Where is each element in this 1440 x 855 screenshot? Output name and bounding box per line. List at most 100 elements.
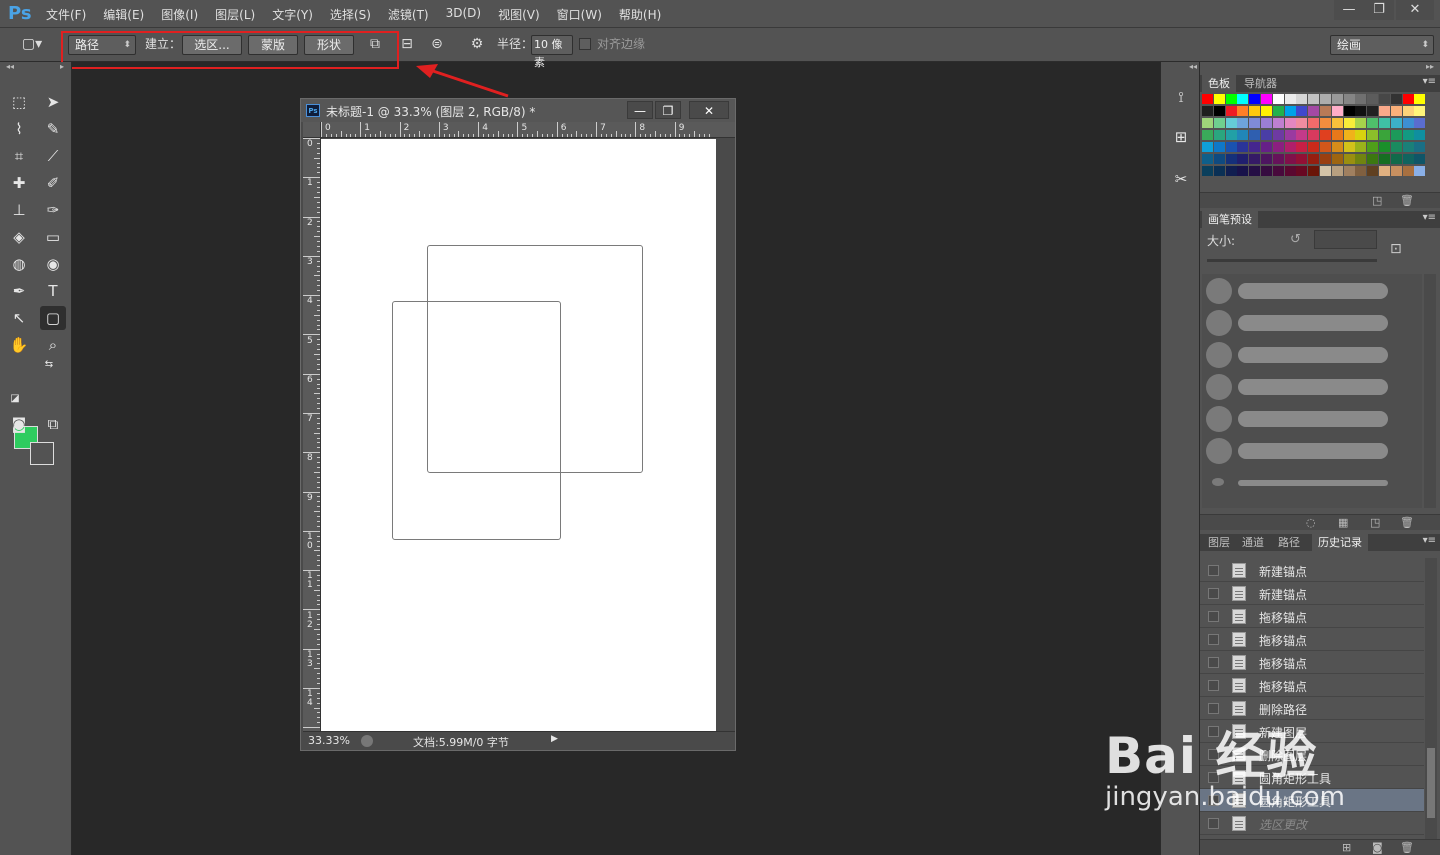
snapshot-camera-icon[interactable]: ◙	[1372, 841, 1383, 854]
restore-button[interactable]: ❐	[1364, 0, 1394, 20]
color-swatch[interactable]	[1296, 106, 1308, 116]
color-swatch[interactable]	[1343, 166, 1355, 176]
history-item[interactable]: 拖移锚点	[1200, 651, 1424, 674]
color-swatch[interactable]	[1320, 166, 1331, 176]
doc-minimize-button[interactable]: —	[627, 101, 653, 119]
color-swatch[interactable]	[1261, 154, 1272, 164]
color-swatch[interactable]	[1343, 130, 1355, 140]
dodge-tool-icon[interactable]: ◉	[40, 252, 66, 276]
color-swatch[interactable]	[1308, 118, 1320, 128]
history-item[interactable]: 拖移锚点	[1200, 605, 1424, 628]
new-preset-icon[interactable]: ◳	[1370, 516, 1380, 529]
color-swatch[interactable]	[1320, 130, 1331, 140]
color-swatch[interactable]	[1261, 118, 1272, 128]
color-swatch[interactable]	[1402, 154, 1414, 164]
color-swatch[interactable]	[1261, 130, 1272, 140]
color-swatch[interactable]	[1308, 130, 1320, 140]
color-swatch[interactable]	[1355, 94, 1367, 104]
color-swatch[interactable]	[1390, 166, 1402, 176]
color-swatch[interactable]	[1284, 106, 1296, 116]
color-swatch[interactable]	[1343, 118, 1355, 128]
color-swatch[interactable]	[1213, 94, 1225, 104]
color-swatch[interactable]	[1390, 142, 1402, 152]
brush-size-input[interactable]	[1314, 230, 1377, 249]
color-swatch[interactable]	[1308, 154, 1320, 164]
brush-preset[interactable]	[1202, 466, 1422, 498]
color-swatch[interactable]	[1225, 94, 1237, 104]
color-swatch[interactable]	[1272, 94, 1284, 104]
color-swatch[interactable]	[1367, 142, 1379, 152]
menu-item[interactable]: 窗口(W)	[557, 6, 602, 23]
color-swatch[interactable]	[1367, 106, 1379, 116]
tab-swatches[interactable]: 色板	[1202, 75, 1236, 92]
brush-panel-toggle-icon[interactable]: ⊡	[1390, 241, 1402, 257]
history-item[interactable]: 选区更改	[1200, 812, 1424, 835]
gear-icon[interactable]: ⚙	[466, 35, 488, 55]
panel-menu-icon[interactable]: ▾≡	[1423, 76, 1436, 87]
color-swatch[interactable]	[1331, 154, 1343, 164]
menu-item[interactable]: 帮助(H)	[619, 6, 661, 23]
brush-size-slider[interactable]	[1207, 259, 1377, 262]
history-scroll-thumb[interactable]	[1427, 748, 1435, 818]
color-swatch[interactable]	[1225, 142, 1237, 152]
default-colors-icon[interactable]: ◪	[8, 392, 22, 406]
toggle-brush-icon[interactable]: ◌	[1306, 516, 1316, 529]
color-swatch[interactable]	[1414, 142, 1426, 152]
color-swatch[interactable]	[1331, 166, 1343, 176]
blur-tool-icon[interactable]: ◍	[6, 252, 32, 276]
color-swatch[interactable]	[1331, 118, 1343, 128]
color-swatch[interactable]	[1202, 166, 1213, 176]
trash-icon[interactable]: 🗑	[1400, 194, 1414, 207]
color-swatch[interactable]	[1379, 118, 1390, 128]
color-swatch[interactable]	[1331, 142, 1343, 152]
status-info-icon[interactable]	[361, 735, 373, 747]
color-swatch[interactable]	[1284, 166, 1296, 176]
rounded-rect-path-1[interactable]	[392, 301, 561, 540]
color-swatch[interactable]	[1296, 118, 1308, 128]
color-swatch[interactable]	[1343, 142, 1355, 152]
brush-preset[interactable]	[1202, 402, 1422, 434]
menu-item[interactable]: 3D(D)	[446, 6, 481, 23]
color-swatch[interactable]	[1320, 106, 1331, 116]
brush-tool-icon[interactable]: ✐	[40, 171, 66, 195]
crop-tool-icon[interactable]: ⌗	[6, 144, 32, 168]
color-swatch[interactable]	[1308, 166, 1320, 176]
color-swatch[interactable]	[1249, 142, 1261, 152]
new-document-from-state-icon[interactable]: ⊞	[1342, 841, 1351, 854]
color-swatch[interactable]	[1249, 94, 1261, 104]
color-swatch[interactable]	[1237, 166, 1249, 176]
color-swatch[interactable]	[1320, 154, 1331, 164]
tab-paths[interactable]: 路径	[1272, 534, 1306, 551]
history-scrollbar[interactable]	[1425, 558, 1437, 840]
dock-collapse-icon[interactable]: ◂◂	[1189, 62, 1197, 72]
history-checkbox[interactable]	[1208, 611, 1219, 622]
menu-item[interactable]: 图层(L)	[215, 6, 255, 23]
color-swatch[interactable]	[1367, 130, 1379, 140]
tab-brush-presets[interactable]: 画笔预设	[1202, 211, 1258, 228]
minimize-button[interactable]: —	[1334, 0, 1364, 20]
color-swatch[interactable]	[1237, 130, 1249, 140]
rounded-rect-tool-preset-icon[interactable]: ▢▾	[18, 35, 46, 55]
color-swatch[interactable]	[1213, 106, 1225, 116]
history-brush-tool-icon[interactable]: ✑	[40, 198, 66, 222]
color-swatch[interactable]	[1225, 106, 1237, 116]
color-swatch[interactable]	[1331, 130, 1343, 140]
color-swatch[interactable]	[1379, 142, 1390, 152]
history-checkbox[interactable]	[1208, 588, 1219, 599]
color-swatch[interactable]	[1414, 106, 1426, 116]
rounded-rect-tool-icon[interactable]: ▢	[40, 306, 66, 330]
eyedropper-tool-icon[interactable]: ⟋	[40, 144, 66, 168]
color-swatch[interactable]	[1367, 166, 1379, 176]
color-swatch[interactable]	[1355, 154, 1367, 164]
color-swatch[interactable]	[1355, 118, 1367, 128]
color-swatch[interactable]	[1390, 106, 1402, 116]
color-swatch[interactable]	[1213, 118, 1225, 128]
color-swatch[interactable]	[1296, 166, 1308, 176]
clone-source-panel-icon[interactable]: ⊞	[1168, 124, 1194, 150]
color-swatch[interactable]	[1225, 166, 1237, 176]
tab-layers[interactable]: 图层	[1202, 534, 1236, 551]
zoom-tool-icon[interactable]: ⌕	[40, 333, 66, 357]
color-swatch[interactable]	[1355, 130, 1367, 140]
color-swatch[interactable]	[1272, 130, 1284, 140]
status-menu-arrow-icon[interactable]: ▶	[551, 734, 558, 744]
